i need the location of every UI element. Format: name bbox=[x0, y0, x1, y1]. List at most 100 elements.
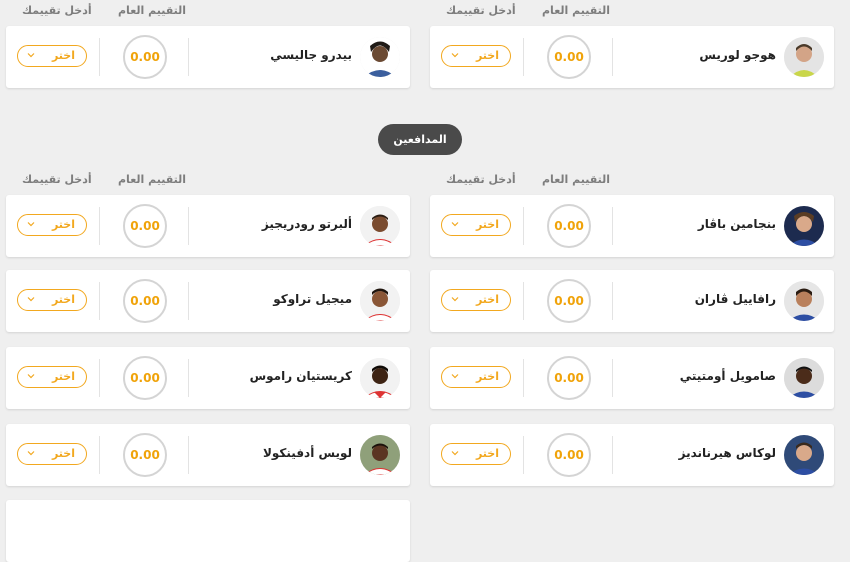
overall-score: 0.00 bbox=[123, 279, 167, 323]
player-avatar bbox=[360, 206, 400, 246]
player-name: رافاييل ڤاران bbox=[694, 292, 776, 306]
divider bbox=[188, 282, 189, 320]
divider bbox=[188, 207, 189, 245]
rating-select-label: اختر bbox=[51, 218, 75, 231]
divider bbox=[99, 38, 100, 76]
player-card: بيدرو جاليسي 0.00 اختر bbox=[6, 26, 410, 88]
divider bbox=[99, 359, 100, 397]
divider bbox=[612, 436, 613, 474]
player-name: ميجيل تراوكو bbox=[273, 292, 352, 306]
rating-select[interactable]: اختر bbox=[441, 366, 511, 388]
rating-select[interactable]: اختر bbox=[441, 289, 511, 311]
player-name: لوكاس هيرنانديز bbox=[678, 446, 776, 460]
player-card: بنجامين باڤار 0.00 اختر bbox=[430, 195, 834, 257]
chevron-down-icon bbox=[27, 374, 35, 379]
overall-score: 0.00 bbox=[123, 433, 167, 477]
overall-score: 0.00 bbox=[547, 204, 591, 248]
divider bbox=[188, 359, 189, 397]
divider bbox=[612, 207, 613, 245]
player-avatar bbox=[360, 435, 400, 475]
rating-select-label: اختر bbox=[475, 293, 499, 306]
column-headers: التقييم العام أدخل تقييمك bbox=[6, 173, 410, 193]
player-name: كريستيان راموس bbox=[249, 369, 352, 383]
player-card: ألبرتو رودريجيز 0.00 اختر bbox=[6, 195, 410, 257]
player-name: هوجو لوريس bbox=[699, 48, 776, 62]
rating-select[interactable]: اختر bbox=[17, 289, 87, 311]
header-overall-rating: التقييم العام bbox=[118, 4, 187, 17]
header-overall-rating: التقييم العام bbox=[118, 173, 187, 186]
rating-select[interactable]: اختر bbox=[17, 366, 87, 388]
divider bbox=[612, 38, 613, 76]
rating-select-label: اختر bbox=[51, 49, 75, 62]
player-name: لويس أدفينكولا bbox=[262, 446, 352, 460]
player-avatar bbox=[360, 281, 400, 321]
divider bbox=[612, 282, 613, 320]
player-avatar bbox=[784, 37, 824, 77]
header-enter-rating: أدخل تقييمك bbox=[446, 173, 516, 186]
column-headers: التقييم العام أدخل تقييمك bbox=[430, 4, 834, 24]
chevron-down-icon bbox=[451, 451, 459, 456]
overall-score: 0.00 bbox=[123, 356, 167, 400]
player-avatar bbox=[784, 206, 824, 246]
rating-select-label: اختر bbox=[475, 447, 499, 460]
player-card-partial bbox=[6, 500, 410, 562]
player-card: هوجو لوريس 0.00 اختر bbox=[430, 26, 834, 88]
divider bbox=[523, 282, 524, 320]
divider bbox=[523, 38, 524, 76]
rating-select-label: اختر bbox=[475, 218, 499, 231]
rating-select-label: اختر bbox=[51, 447, 75, 460]
divider bbox=[188, 436, 189, 474]
column-headers: التقييم العام أدخل تقييمك bbox=[6, 4, 410, 24]
rating-select-label: اختر bbox=[475, 370, 499, 383]
rating-select[interactable]: اختر bbox=[441, 443, 511, 465]
rating-select[interactable]: اختر bbox=[17, 45, 87, 67]
rating-select[interactable]: اختر bbox=[17, 214, 87, 236]
player-avatar bbox=[784, 358, 824, 398]
player-name: ألبرتو رودريجيز bbox=[261, 217, 352, 231]
header-enter-rating: أدخل تقييمك bbox=[22, 4, 92, 17]
header-overall-rating: التقييم العام bbox=[542, 173, 611, 186]
overall-score: 0.00 bbox=[547, 356, 591, 400]
player-card: كريستيان راموس 0.00 اختر bbox=[6, 347, 410, 409]
header-enter-rating: أدخل تقييمك bbox=[446, 4, 516, 17]
divider bbox=[612, 359, 613, 397]
overall-score: 0.00 bbox=[123, 204, 167, 248]
header-enter-rating: أدخل تقييمك bbox=[22, 173, 92, 186]
overall-score: 0.00 bbox=[123, 35, 167, 79]
chevron-down-icon bbox=[451, 222, 459, 227]
player-name: بنجامين باڤار bbox=[697, 217, 776, 231]
chevron-down-icon bbox=[27, 222, 35, 227]
header-overall-rating: التقييم العام bbox=[542, 4, 611, 17]
section-label-defenders: المدافعين bbox=[378, 124, 462, 155]
chevron-down-icon bbox=[27, 53, 35, 58]
player-card: ميجيل تراوكو 0.00 اختر bbox=[6, 270, 410, 332]
rating-select[interactable]: اختر bbox=[441, 214, 511, 236]
player-card: لوكاس هيرنانديز 0.00 اختر bbox=[430, 424, 834, 486]
chevron-down-icon bbox=[451, 53, 459, 58]
chevron-down-icon bbox=[451, 297, 459, 302]
divider bbox=[188, 38, 189, 76]
player-card: رافاييل ڤاران 0.00 اختر bbox=[430, 270, 834, 332]
chevron-down-icon bbox=[451, 374, 459, 379]
player-name: بيدرو جاليسي bbox=[270, 48, 352, 62]
divider bbox=[99, 436, 100, 474]
chevron-down-icon bbox=[27, 297, 35, 302]
divider bbox=[523, 207, 524, 245]
chevron-down-icon bbox=[27, 451, 35, 456]
rating-select[interactable]: اختر bbox=[17, 443, 87, 465]
rating-select-label: اختر bbox=[51, 370, 75, 383]
player-avatar bbox=[784, 281, 824, 321]
divider bbox=[99, 207, 100, 245]
player-avatar bbox=[784, 435, 824, 475]
player-card: صامويل أومتيتي 0.00 اختر bbox=[430, 347, 834, 409]
overall-score: 0.00 bbox=[547, 433, 591, 477]
overall-score: 0.00 bbox=[547, 35, 591, 79]
rating-select-label: اختر bbox=[51, 293, 75, 306]
divider bbox=[99, 282, 100, 320]
overall-score: 0.00 bbox=[547, 279, 591, 323]
column-headers: التقييم العام أدخل تقييمك bbox=[430, 173, 834, 193]
player-card: لويس أدفينكولا 0.00 اختر bbox=[6, 424, 410, 486]
player-name: صامويل أومتيتي bbox=[679, 369, 776, 383]
divider bbox=[523, 359, 524, 397]
rating-select[interactable]: اختر bbox=[441, 45, 511, 67]
